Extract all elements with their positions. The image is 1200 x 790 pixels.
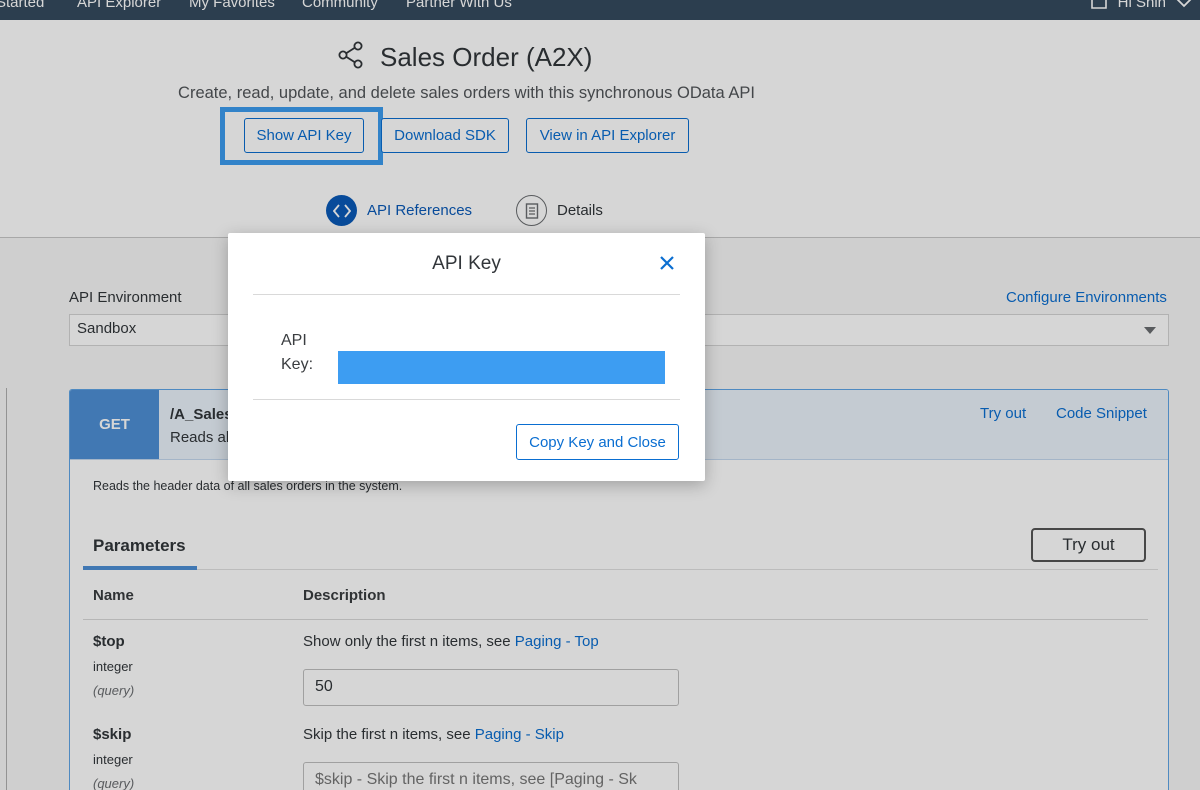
dialog-title: API Key bbox=[432, 253, 501, 274]
api-key-dialog: API Key API Key: Copy Key and Close bbox=[228, 233, 705, 481]
copy-key-and-close-button[interactable]: Copy Key and Close bbox=[516, 424, 679, 460]
api-key-value-masked[interactable] bbox=[338, 351, 665, 384]
close-icon[interactable] bbox=[659, 255, 675, 271]
dialog-divider-top bbox=[253, 294, 680, 295]
dialog-divider-bottom bbox=[253, 399, 680, 400]
api-key-label: API Key: bbox=[281, 332, 314, 373]
